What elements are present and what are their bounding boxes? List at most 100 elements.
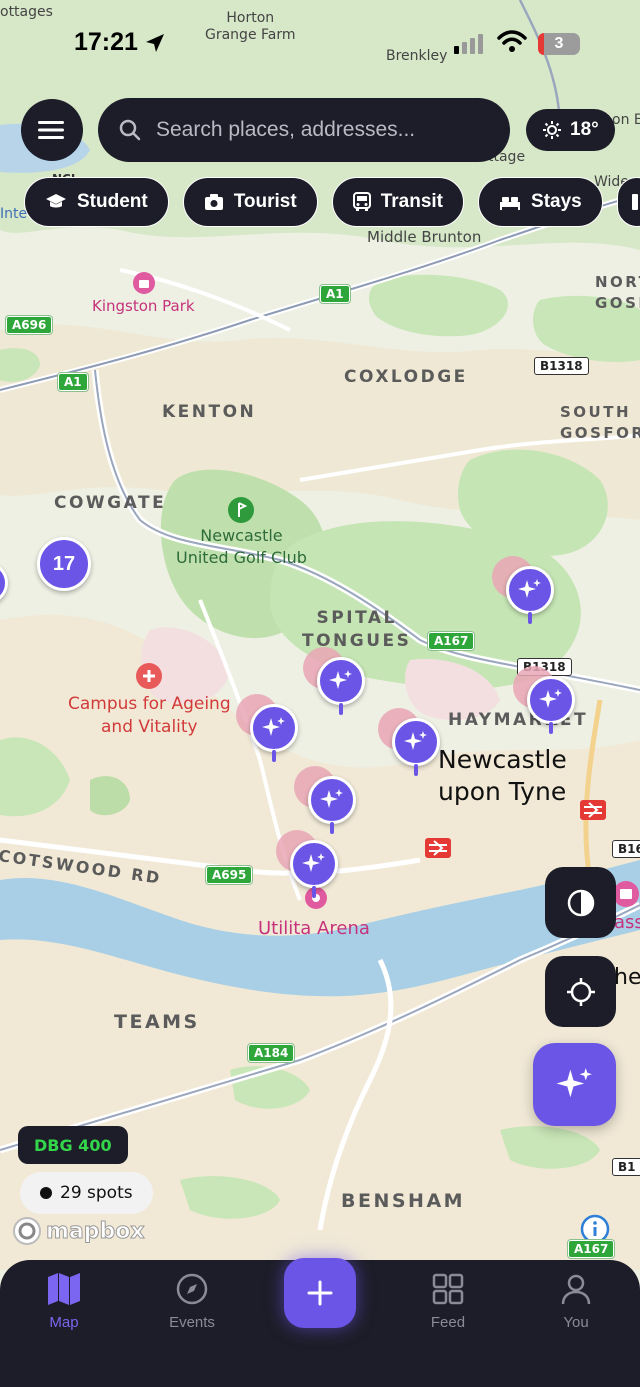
theme-toggle-button[interactable] — [545, 867, 616, 938]
tab-map[interactable]: Map — [14, 1272, 114, 1331]
create-button[interactable] — [284, 1258, 356, 1328]
search-bar[interactable] — [98, 98, 510, 162]
spot-marker[interactable] — [294, 766, 358, 842]
bed-icon — [500, 197, 521, 210]
place-coxlodge: COXLODGE — [344, 367, 468, 387]
battery-level: 3 — [554, 35, 564, 52]
road-shield-a1-top: A1 — [320, 285, 350, 303]
battery-indicator: 3 — [538, 33, 580, 55]
sun-icon — [543, 121, 561, 139]
place-golf-club: Newcastle United Golf Club — [176, 526, 307, 567]
place-campus-ageing: Campus for Ageing and Vitality — [68, 694, 231, 737]
road-shield-a167-bottom: A167 — [568, 1240, 615, 1258]
place-spital-tongues: SPITAL TONGUES — [302, 608, 412, 651]
chip-label-student: Student — [77, 191, 148, 212]
grid-icon — [432, 1273, 464, 1305]
spot-marker[interactable] — [236, 694, 300, 770]
sparkles-icon — [404, 731, 427, 750]
road-shield-a167: A167 — [428, 632, 475, 650]
locate-me-button[interactable] — [545, 956, 616, 1027]
search-input[interactable] — [156, 118, 476, 142]
place-cottages: ottages — [0, 4, 53, 20]
road-shield-b16: B16 — [612, 840, 640, 858]
road-shield-b1318-top: B1318 — [534, 357, 589, 375]
place-south-gosforth: SOUTH GOSFORT — [560, 403, 640, 442]
spot-marker[interactable] — [276, 830, 340, 906]
status-time: 17:21 — [74, 28, 138, 56]
search-icon — [119, 119, 141, 141]
plus-icon — [307, 1280, 333, 1306]
bottom-tab-bar: Map Events Feed You — [0, 1258, 640, 1387]
compass-icon — [176, 1273, 208, 1305]
road-shield-a695: A695 — [206, 866, 253, 884]
tab-label-you: You — [563, 1314, 589, 1331]
map-canvas[interactable]: 17:21 3 ottages Horton Grange Farm Brenk… — [0, 0, 640, 1270]
user-icon — [561, 1274, 591, 1305]
tab-events[interactable]: Events — [142, 1272, 242, 1331]
tab-you[interactable]: You — [526, 1272, 626, 1331]
place-middle-brunton: Middle Brunton — [367, 228, 482, 246]
tab-label-feed: Feed — [430, 1314, 466, 1331]
place-cowgate: COWGATE — [54, 493, 167, 513]
menu-button[interactable] — [21, 99, 83, 161]
sparkles-icon — [329, 670, 352, 689]
place-kenton: KENTON — [162, 402, 257, 422]
sparkles-icon — [539, 689, 562, 708]
place-on-e: on E — [612, 112, 640, 128]
spot-marker[interactable] — [378, 708, 442, 784]
bus-icon — [352, 192, 371, 211]
road-shield-a1-left: A1 — [58, 373, 88, 391]
mapbox-wordmark: mapbox — [46, 1218, 146, 1244]
tab-label-events: Events — [169, 1314, 215, 1331]
location-arrow-icon — [146, 34, 164, 52]
sparkles-icon — [302, 853, 325, 872]
place-north-gosforth: NORT GOSFO — [595, 273, 640, 312]
sparkles-icon — [262, 717, 285, 736]
place-newcastle-upon-tyne: Newcastle upon Tyne — [438, 745, 567, 806]
hamburger-icon — [38, 121, 64, 139]
hospital-icon — [136, 663, 162, 689]
contrast-icon — [567, 889, 594, 916]
place-cass: ass — [614, 912, 640, 933]
crosshair-icon — [566, 977, 595, 1006]
cellular-signal-icon — [454, 34, 483, 54]
ai-discover-button[interactable] — [533, 1043, 616, 1126]
cluster-count: 17 — [52, 552, 76, 575]
chip-label-tourist: Tourist — [233, 191, 297, 212]
graduation-cap-icon — [46, 194, 66, 208]
place-utilita-arena: Utilita Arena — [258, 918, 370, 939]
chip-transit[interactable]: Transit — [331, 177, 465, 227]
venue-icon — [613, 881, 639, 907]
category-chips: Student Tourist Transit Stays — [24, 177, 640, 227]
tab-label-map: Map — [49, 1314, 79, 1331]
camera-icon — [204, 194, 223, 210]
chip-more-partial[interactable] — [616, 177, 640, 227]
sparkles-icon — [518, 579, 541, 598]
chip-stays[interactable]: Stays — [478, 177, 603, 227]
chip-label-transit: Transit — [380, 191, 444, 212]
chip-partial-icon — [631, 194, 638, 210]
place-gateshead-partial: he — [614, 965, 640, 990]
chip-tourist[interactable]: Tourist — [182, 177, 318, 227]
chip-student[interactable]: Student — [24, 177, 169, 227]
spot-marker[interactable] — [492, 556, 556, 632]
place-horton-grange-farm: Horton Grange Farm — [205, 10, 296, 43]
tab-feed[interactable]: Feed — [398, 1272, 498, 1331]
place-brenkley: Brenkley — [386, 48, 448, 64]
spots-count-pill[interactable]: 29 spots — [20, 1172, 153, 1214]
road-shield-a184: A184 — [248, 1044, 295, 1062]
mapbox-attribution[interactable]: mapbox — [12, 1216, 145, 1246]
kingston-park-poi-icon — [133, 272, 155, 294]
golf-icon — [228, 497, 254, 523]
map-icon — [48, 1273, 80, 1305]
spot-marker[interactable] — [303, 647, 367, 723]
rail-station-icon-2 — [425, 838, 451, 858]
place-teams: TEAMS — [114, 1011, 200, 1033]
sparkles-icon — [556, 1067, 592, 1097]
cluster-marker[interactable]: 17 — [37, 537, 91, 591]
weather-pill[interactable]: 18° — [526, 109, 615, 151]
place-kingston-park: Kingston Park — [92, 297, 195, 315]
debug-badge: DBG 400 — [18, 1126, 128, 1164]
wifi-icon — [497, 30, 527, 52]
spot-marker[interactable] — [513, 666, 577, 742]
